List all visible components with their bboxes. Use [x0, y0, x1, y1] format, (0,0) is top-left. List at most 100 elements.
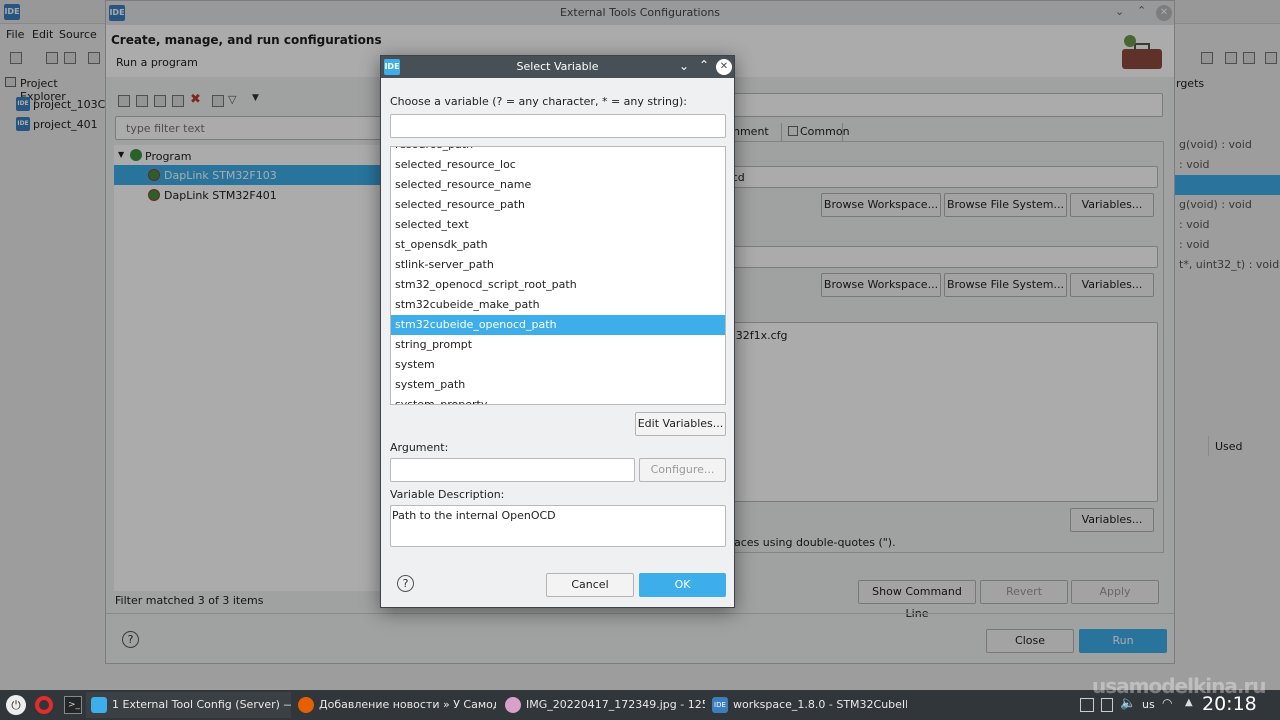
tree-node-config-selected[interactable]: DapLink STM32F103 — [114, 165, 394, 185]
variables-button[interactable]: Variables... — [1070, 508, 1154, 532]
gear-icon[interactable] — [88, 52, 100, 64]
chevron-up-icon[interactable]: ⌃ — [1137, 4, 1146, 17]
terminal-icon[interactable]: >_ — [64, 696, 82, 714]
outline-item[interactable]: : void — [1175, 155, 1209, 175]
wifi-icon[interactable]: ◠ — [1162, 696, 1172, 710]
save-all-icon[interactable] — [64, 52, 76, 64]
tray-icon[interactable] — [1080, 698, 1094, 712]
browse-file-system-button[interactable]: Browse File System... — [944, 273, 1067, 297]
collapse-all-icon[interactable] — [212, 95, 224, 107]
dialog-titlebar: IDE Select Variable ⌄ ⌃ ✕ — [381, 56, 734, 78]
browse-file-system-button[interactable]: Browse File System... — [944, 193, 1067, 217]
variable-list-item-selected[interactable]: stm32cubeide_openocd_path — [391, 315, 725, 335]
save-icon[interactable] — [46, 52, 58, 64]
argument-label: Argument: — [390, 441, 449, 454]
variable-list-item[interactable]: string_prompt — [391, 335, 725, 355]
variable-list-item[interactable]: st_opensdk_path — [391, 235, 725, 255]
new-prototype-icon[interactable] — [136, 95, 148, 107]
cancel-button[interactable]: Cancel — [546, 573, 634, 597]
new-config-icon[interactable] — [118, 95, 130, 107]
close-button[interactable]: Close — [986, 629, 1074, 653]
project-item[interactable]: IDE project_103C8 — [16, 96, 112, 114]
clipboard-icon[interactable] — [1101, 698, 1113, 712]
help-icon[interactable]: ? — [122, 631, 139, 648]
volume-icon[interactable]: 🔈 — [1120, 696, 1136, 711]
tree-node-program[interactable]: ▼ Program — [116, 147, 386, 165]
location-field[interactable]: ocd — [722, 166, 1158, 188]
used-column-header[interactable]: Used — [1208, 436, 1274, 456]
tree-node-config[interactable]: DapLink STM32F401 — [114, 185, 394, 205]
variable-list-item[interactable]: system_path — [391, 375, 725, 395]
help-icon[interactable]: ? — [397, 575, 414, 592]
outline-item[interactable]: g(void) : void — [1175, 135, 1252, 155]
config-name-field[interactable] — [713, 93, 1163, 117]
app-launcher-icon[interactable]: ⏻ — [6, 695, 26, 715]
build-targets-tab[interactable]: rgets — [1176, 77, 1204, 90]
outline-item[interactable]: : void — [1175, 235, 1209, 255]
tab-common[interactable]: Common — [781, 123, 850, 141]
apply-button[interactable]: Apply — [1071, 580, 1159, 604]
variable-list-item[interactable]: selected_resource_path — [391, 195, 725, 215]
task-firefox[interactable]: Добавление новости » У Самоде... — [293, 692, 496, 718]
variable-list-item[interactable]: selected_resource_name — [391, 175, 725, 195]
view-menu-icon[interactable]: ▼ — [252, 93, 259, 103]
variable-list-item[interactable]: selected_resource_loc — [391, 155, 725, 175]
variable-list-item[interactable]: system_property — [391, 395, 725, 404]
perspective-icon[interactable] — [1225, 52, 1237, 64]
tree-node-label: DapLink STM32F401 — [164, 189, 277, 202]
edit-variables-button[interactable]: Edit Variables... — [635, 412, 726, 436]
menu-source[interactable]: Source — [59, 28, 97, 41]
close-icon[interactable]: ✕ — [1156, 5, 1172, 21]
outline-item-selected[interactable] — [1175, 175, 1280, 195]
variable-list-item[interactable]: selected_text — [391, 215, 725, 235]
variable-list-item[interactable]: stm32_openocd_script_root_path — [391, 275, 725, 295]
project-item[interactable]: IDE project_401 — [16, 116, 106, 134]
project-icon: IDE — [16, 117, 30, 131]
working-dir-field[interactable] — [722, 246, 1158, 268]
chevron-down-icon[interactable]: ⌄ — [679, 59, 689, 73]
task-image-viewer[interactable]: IMG_20220417_172349.jpg - 1258... — [500, 692, 705, 718]
task-stm32cubeide[interactable]: IDE workspace_1.8.0 - STM32CubeIDE — [707, 692, 907, 718]
variables-button[interactable]: Variables... — [1070, 273, 1154, 297]
chevron-up-icon[interactable]: ⌃ — [699, 58, 709, 72]
chevron-down-icon[interactable]: ⌄ — [1115, 5, 1124, 18]
opera-icon[interactable] — [35, 696, 53, 714]
configure-button[interactable]: Configure... — [639, 458, 726, 482]
show-command-line-button[interactable]: Show Command Line — [858, 580, 976, 620]
argument-input[interactable] — [390, 458, 635, 482]
close-icon[interactable]: ✕ — [716, 59, 732, 75]
perspective-icon[interactable] — [1265, 52, 1277, 64]
ok-button[interactable]: OK — [639, 573, 726, 597]
clock[interactable]: 20:18 — [1202, 693, 1257, 715]
perspective-icon[interactable] — [1243, 52, 1255, 64]
outline-item[interactable]: t*, uint32_t) : void — [1175, 255, 1279, 275]
config-tree: ▼ Program DapLink STM32F103 DapLink STM3… — [114, 145, 394, 591]
keyboard-layout[interactable]: us — [1142, 698, 1155, 711]
revert-button[interactable]: Revert — [980, 580, 1068, 604]
delete-icon[interactable]: ✖ — [190, 92, 201, 107]
menu-file[interactable]: File — [6, 28, 24, 41]
variable-list-item[interactable]: stm32cubeide_make_path — [391, 295, 725, 315]
browse-workspace-button[interactable]: Browse Workspace... — [821, 193, 941, 217]
duplicate-icon[interactable] — [172, 95, 184, 107]
variable-list-item[interactable]: system — [391, 355, 725, 375]
variable-list-item[interactable]: resource_path — [391, 147, 725, 155]
perspective-icon[interactable] — [1201, 52, 1213, 64]
new-icon[interactable] — [10, 52, 22, 64]
run-button[interactable]: Run — [1079, 629, 1167, 653]
expand-arrow-icon[interactable]: ▼ — [118, 150, 124, 159]
browse-workspace-button[interactable]: Browse Workspace... — [821, 273, 941, 297]
filter-icon[interactable]: ▽ — [228, 93, 236, 106]
arrow-up-icon[interactable]: ▲ — [1185, 697, 1193, 708]
export-icon[interactable] — [154, 95, 166, 107]
tab-environment[interactable]: nment — [733, 125, 769, 138]
task-external-tools[interactable]: 1 External Tool Config (Server) —... — [86, 692, 291, 718]
variable-list-item[interactable]: stlink-server_path — [391, 255, 725, 275]
outline-item[interactable]: : void — [1175, 215, 1209, 235]
menu-edit[interactable]: Edit — [32, 28, 53, 41]
variable-filter-input[interactable] — [390, 114, 726, 138]
filter-input[interactable] — [115, 116, 395, 140]
outline-item[interactable]: g(void) : void — [1175, 195, 1252, 215]
variables-button[interactable]: Variables... — [1070, 193, 1154, 217]
arguments-field[interactable]: m32f1x.cfg — [722, 322, 1158, 502]
